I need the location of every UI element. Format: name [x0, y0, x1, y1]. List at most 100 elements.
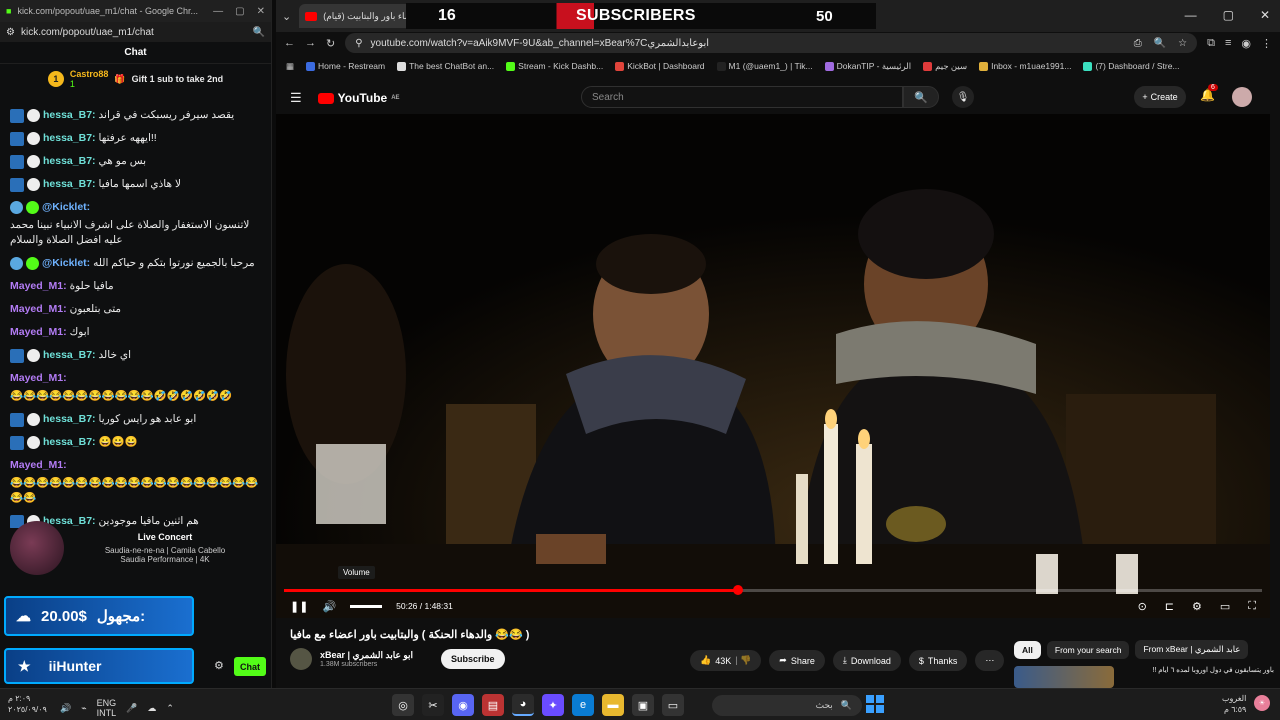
bookmark-item[interactable]: Home - Restream: [306, 61, 385, 71]
discord-icon[interactable]: ◉: [452, 694, 474, 716]
weather-widget[interactable]: الغروب ٦:٥٩ م: [1222, 693, 1246, 715]
chat-username[interactable]: Mayed_M1:: [10, 325, 67, 340]
profile-icon[interactable]: ◉: [1241, 37, 1251, 50]
forward-icon[interactable]: →: [305, 37, 316, 49]
chat-username[interactable]: hessa_B7:: [43, 348, 96, 363]
chat-urlbar[interactable]: ⚙ kick.com/popout/uae_m1/chat 🔍: [0, 22, 271, 42]
bookmark-item[interactable]: Inbox - m1uae1991...: [979, 61, 1071, 71]
chat-settings-icon[interactable]: ⚙: [214, 659, 224, 672]
capcut-icon[interactable]: ✂: [422, 694, 444, 716]
media-app-icon[interactable]: ▤: [482, 694, 504, 716]
tab-menu-icon[interactable]: ⌄: [282, 10, 291, 23]
autoplay-toggle-icon[interactable]: ⊙: [1138, 600, 1147, 613]
chrome-icon[interactable]: ◕: [512, 694, 534, 716]
bookmark-item[interactable]: سين جيم: [923, 61, 967, 72]
bookmark-star-icon[interactable]: ☆: [1178, 38, 1187, 49]
download-button[interactable]: ⤓ Download: [832, 650, 901, 671]
volume-slider[interactable]: [350, 604, 383, 608]
menu-icon[interactable]: ⋮: [1261, 37, 1272, 50]
pinned-gift-banner[interactable]: 1 Castro88 1 🎁 Gift 1 sub to take 2nd: [0, 64, 271, 94]
chat-username[interactable]: @Kicklet:: [42, 256, 90, 271]
chat-username[interactable]: Mayed_M1:: [10, 371, 67, 386]
video-player[interactable]: Volume ❚❚ 🔊 50:26 / 1:48:31 ⊙ ⊏ ⚙ ▭ ⛶: [276, 114, 1270, 618]
chat-username[interactable]: @Kicklet:: [42, 200, 90, 215]
search-icon[interactable]: 🔍: [253, 27, 265, 38]
bookmark-item[interactable]: KickBot | Dashboard: [615, 61, 705, 71]
like-button[interactable]: 👍 43K | 👎: [690, 650, 762, 671]
filter-chip[interactable]: From xBear | عابد الشمري: [1135, 640, 1249, 659]
more-actions-icon[interactable]: ⋯: [975, 650, 1005, 671]
chat-username[interactable]: hessa_B7:: [43, 154, 96, 169]
chat-send-button[interactable]: Chat: [234, 657, 266, 676]
chat-username[interactable]: Mayed_M1:: [10, 302, 67, 317]
create-button[interactable]: + Create: [1134, 86, 1186, 108]
pause-icon[interactable]: ❚❚: [290, 600, 308, 613]
media-icon[interactable]: ≡: [1225, 37, 1231, 49]
bookmark-item[interactable]: M1 (@uaem1_) | Tik...: [716, 61, 813, 71]
bookmark-item[interactable]: DokanTIP - الرئيسية: [824, 61, 911, 72]
search-button[interactable]: 🔍: [903, 86, 939, 108]
chat-username[interactable]: hessa_B7:: [43, 435, 96, 450]
progress-bar[interactable]: [284, 585, 1262, 595]
progress-scrubber[interactable]: [732, 585, 743, 595]
chat-username[interactable]: hessa_B7:: [43, 108, 96, 123]
maximize-icon[interactable]: ▢: [1223, 8, 1234, 22]
channel-avatar[interactable]: [290, 648, 312, 670]
filter-chip[interactable]: From your search: [1046, 640, 1130, 659]
close-icon[interactable]: ✕: [257, 6, 265, 17]
bookmark-item[interactable]: The best ChatBot an...: [397, 61, 494, 71]
extensions-icon[interactable]: ⧉: [1207, 37, 1215, 50]
cloud-icon[interactable]: ☁: [147, 703, 156, 714]
chat-username[interactable]: Mayed_M1:: [10, 279, 67, 294]
taskbar-clock[interactable]: ٢:٠٩ م ٢٠٢٥/٠٩/٠٩: [8, 693, 47, 715]
taskbar-search[interactable]: بحث 🔍: [712, 695, 862, 716]
site-info-icon[interactable]: ⚲: [355, 38, 362, 49]
chat-username[interactable]: hessa_B7:: [43, 177, 96, 192]
bookmark-item[interactable]: (7) Dashboard / Stre...: [1083, 61, 1180, 71]
obs-icon[interactable]: ◎: [392, 694, 414, 716]
recommendation-item[interactable]: باور يتسابقون في دول اوروبا لمده ٦ ايام …: [1014, 666, 1274, 688]
youtube-logo[interactable]: YouTube AE: [317, 91, 400, 105]
copilot-icon[interactable]: ✦: [542, 694, 564, 716]
edge-icon[interactable]: e: [572, 694, 594, 716]
chevron-up-icon[interactable]: ⌃: [166, 703, 174, 714]
window-icon[interactable]: ▭: [662, 694, 684, 716]
thanks-button[interactable]: $ Thanks: [908, 650, 968, 671]
fullscreen-icon[interactable]: ⛶: [1248, 600, 1256, 613]
apps-icon[interactable]: ▦: [286, 61, 294, 72]
thumbs-down-icon[interactable]: | 👎: [735, 655, 751, 666]
language-code[interactable]: ENG: [97, 698, 117, 708]
filter-chip[interactable]: All: [1014, 640, 1041, 659]
chat-username[interactable]: Mayed_M1:: [10, 458, 67, 473]
start-button[interactable]: [866, 695, 884, 713]
subscribe-button[interactable]: Subscribe: [441, 649, 505, 669]
chat-username[interactable]: hessa_B7:: [43, 412, 96, 427]
theater-mode-icon[interactable]: ▭: [1220, 600, 1230, 613]
voice-search-button[interactable]: 🎙: [952, 86, 974, 108]
minimize-icon[interactable]: —: [1185, 8, 1197, 22]
youtube-search-input[interactable]: Search: [581, 86, 903, 108]
avatar[interactable]: [1232, 87, 1252, 107]
minimize-icon[interactable]: —: [213, 6, 223, 17]
mic-icon[interactable]: 🎤: [126, 703, 137, 714]
folder-icon[interactable]: ▬: [602, 694, 624, 716]
address-bar[interactable]: ⚲ youtube.com/watch?v=aAik9MVF-9U&ab_cha…: [345, 33, 1198, 53]
network-icon[interactable]: ⌁: [81, 703, 86, 714]
bookmark-item[interactable]: Stream - Kick Dashb...: [506, 61, 603, 71]
install-icon[interactable]: ⎙: [1134, 38, 1142, 49]
share-button[interactable]: ➦ Share: [769, 650, 825, 671]
close-icon[interactable]: ✕: [1260, 8, 1270, 22]
channel-name[interactable]: xBear | ابو عابد الشمري: [320, 650, 413, 661]
reload-icon[interactable]: ↻: [326, 37, 335, 50]
maximize-icon[interactable]: ▢: [235, 6, 244, 17]
captions-icon[interactable]: ⊏: [1165, 600, 1174, 613]
volume-icon[interactable]: 🔊: [322, 600, 336, 613]
chat-username[interactable]: hessa_B7:: [43, 131, 96, 146]
speaker-icon[interactable]: 🔊: [60, 703, 71, 714]
hamburger-icon[interactable]: ☰: [290, 90, 302, 106]
zoom-icon[interactable]: 🔍: [1154, 38, 1166, 49]
settings-gear-icon[interactable]: ⚙: [1192, 600, 1202, 613]
back-icon[interactable]: ←: [284, 37, 295, 49]
youtube-tab[interactable]: (قيام) فيلم مع اعضاء باور والبتابيت: [299, 4, 420, 28]
store-icon[interactable]: ▣: [632, 694, 654, 716]
